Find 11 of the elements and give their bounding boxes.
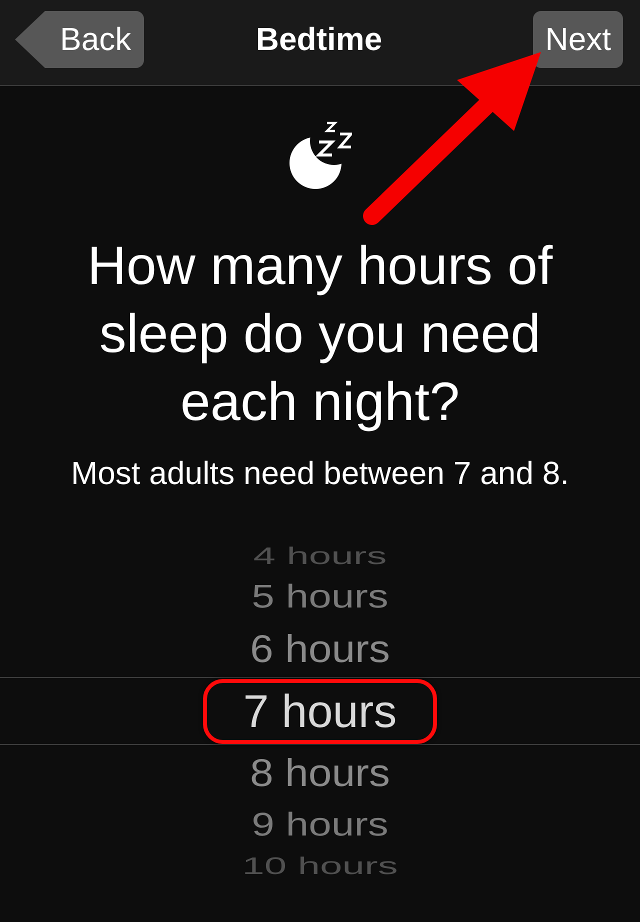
hint-text: Most adults need between 7 and 8.: [70, 454, 570, 493]
next-button[interactable]: Next: [533, 11, 623, 68]
picker-option[interactable]: 8 hours: [250, 752, 390, 794]
picker-option[interactable]: 7 hours: [243, 686, 397, 736]
screen-title: Bedtime: [256, 21, 382, 58]
sleeping-moon-icon: [288, 119, 352, 189]
picker-option[interactable]: 6 hours: [250, 628, 390, 670]
picker-option[interactable]: 5 hours: [252, 578, 388, 616]
picker-option[interactable]: 9 hours: [252, 806, 388, 844]
question-heading: How many hours of sleep do you need each night?: [86, 235, 554, 434]
back-button[interactable]: Back: [15, 11, 144, 68]
